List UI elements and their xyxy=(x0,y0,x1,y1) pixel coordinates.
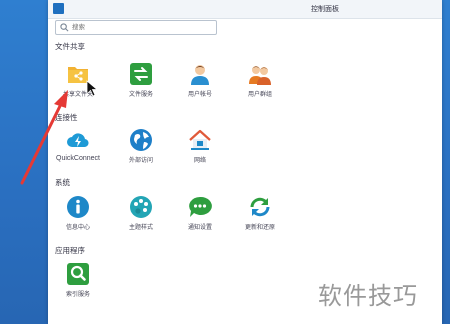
chat-bubble-icon xyxy=(188,195,212,219)
index-service-item[interactable]: 索引服务 xyxy=(54,262,102,298)
network-label: 网络 xyxy=(193,158,206,164)
search-field[interactable] xyxy=(55,20,217,35)
section-title-connectivity: 连接性 xyxy=(55,113,78,122)
notification-item[interactable]: 通知设置 xyxy=(176,195,224,231)
watermark-text: 软件技巧 xyxy=(318,282,418,310)
notification-label: 通知设置 xyxy=(187,225,212,231)
group-icon xyxy=(248,62,272,86)
external-access-label: 外部访问 xyxy=(128,158,153,164)
globe-icon xyxy=(129,128,153,152)
user-icon xyxy=(188,62,212,86)
user-group-label: 用户群组 xyxy=(247,92,272,98)
file-services-label: 文件服务 xyxy=(128,92,153,98)
update-restore-item[interactable]: 更新和还原 xyxy=(236,195,284,231)
window-title: 控制面板 xyxy=(311,6,339,13)
search-input[interactable] xyxy=(72,22,210,32)
index-service-label: 索引服务 xyxy=(65,292,90,298)
search-icon xyxy=(60,23,69,32)
update-restore-label: 更新和还原 xyxy=(244,225,275,231)
file-services-icon xyxy=(129,62,153,86)
network-house-icon xyxy=(188,128,212,152)
section-title-system: 系统 xyxy=(55,178,70,187)
index-search-icon xyxy=(66,262,90,286)
theme-style-label: 主题样式 xyxy=(128,225,153,231)
section-title-applications: 应用程序 xyxy=(55,246,85,255)
file-services-item[interactable]: 文件服务 xyxy=(117,62,165,98)
quickconnect-label: QuickConnect xyxy=(56,155,100,162)
section-title-file-sharing: 文件共享 xyxy=(55,42,85,51)
info-center-item[interactable]: 信息中心 xyxy=(54,195,102,231)
external-access-item[interactable]: 外部访问 xyxy=(117,128,165,164)
palette-icon xyxy=(129,195,153,219)
refresh-icon xyxy=(248,195,272,219)
info-icon xyxy=(66,195,90,219)
quickconnect-item[interactable]: QuickConnect xyxy=(54,128,102,162)
user-account-label: 用户帐号 xyxy=(187,92,212,98)
quickconnect-icon xyxy=(66,128,90,152)
title-bar: 控制面板 xyxy=(48,0,442,19)
network-item[interactable]: 网络 xyxy=(176,128,224,164)
user-group-item[interactable]: 用户群组 xyxy=(236,62,284,98)
theme-style-item[interactable]: 主题样式 xyxy=(117,195,165,231)
user-account-item[interactable]: 用户帐号 xyxy=(176,62,224,98)
info-center-label: 信息中心 xyxy=(65,225,90,231)
mouse-cursor-icon xyxy=(86,80,99,97)
